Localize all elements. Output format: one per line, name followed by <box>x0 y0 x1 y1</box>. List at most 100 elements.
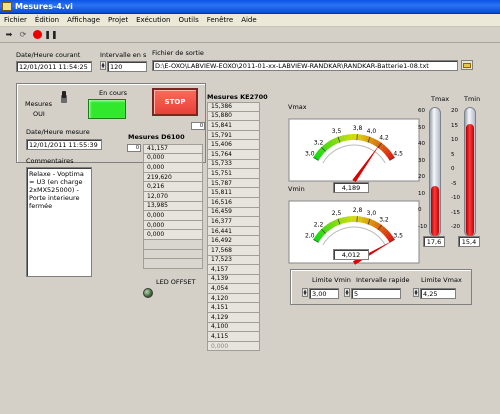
ke2700-array-cell: 15,791 <box>207 130 260 141</box>
vmax-tick-label: 3,0 <box>305 151 315 158</box>
d6100-index[interactable]: 0 <box>127 144 141 152</box>
tmax-label: Tmax <box>431 95 450 103</box>
current-date-field: 12/01/2011 11:54:25 <box>16 61 92 72</box>
ke2700-array-cell: 16,377 <box>207 217 260 227</box>
tmax-level-fill <box>431 186 439 236</box>
menu-projet[interactable]: Projet <box>104 16 132 24</box>
tmax-value-display: 17,6 <box>423 236 445 247</box>
vmin-gauge-band <box>315 233 323 239</box>
tmin-thermometer <box>464 107 476 237</box>
tmin-value-display: 15,4 <box>458 236 480 247</box>
vmin-value-display: 4,012 <box>333 249 369 260</box>
vmax-tick-label: 4,5 <box>393 151 403 158</box>
menu-fichier[interactable]: Fichier <box>0 16 31 24</box>
tmin-scale-tick: 5 <box>451 151 455 158</box>
d6100-array-cell: 0,000 <box>143 220 203 231</box>
vmax-tick-label: 4,0 <box>367 128 377 135</box>
d6100-array-cell <box>143 249 203 260</box>
tmin-label: Tmin <box>464 95 481 103</box>
limit-vmax-spinner[interactable]: ▲ ▼ <box>413 288 419 297</box>
vmax-tick-label: 4,2 <box>379 135 389 142</box>
ke2700-array-cell: 16,441 <box>207 226 260 237</box>
ke2700-array-cell: 16,516 <box>207 197 260 208</box>
d6100-array-cell: 12,070 <box>143 191 203 202</box>
ke2700-array-cell: 15,733 <box>207 159 260 170</box>
tmin-scale-tick: 15 <box>451 122 458 129</box>
labview-vi-icon <box>2 2 12 11</box>
mesures-toggle-switch[interactable] <box>59 91 69 103</box>
ke2700-array-cell: 4,151 <box>207 303 260 314</box>
ke2700-array-cell: 16,492 <box>207 236 260 246</box>
led-offset-indicator <box>143 288 153 298</box>
vmin-gauge-band <box>319 229 326 236</box>
menu-outils[interactable]: Outils <box>174 16 202 24</box>
limit-vmax-field[interactable]: 4,25 <box>420 288 456 299</box>
ke2700-array-cell: 4,129 <box>207 313 260 323</box>
fast-interval-label: Intervalle rapide <box>356 276 410 284</box>
limit-vmin-spinner[interactable]: ▲ ▼ <box>302 288 308 297</box>
menu-execution[interactable]: Exécution <box>132 16 174 24</box>
ke2700-array-cell: 4,139 <box>207 274 260 285</box>
abort-button[interactable] <box>31 29 43 40</box>
ke2700-array-cell: 4,157 <box>207 265 260 275</box>
vmin-gauge-band <box>362 217 367 224</box>
ke2700-array-cell: 16,459 <box>207 207 260 218</box>
menu-edition[interactable]: Édition <box>31 16 63 24</box>
vmin-gauge-band <box>374 222 380 229</box>
ke2700-array-cell: 15,386 <box>207 102 260 112</box>
ke2700-array-cell: 15,841 <box>207 121 260 131</box>
vmin-gauge-band <box>364 217 369 225</box>
menu-aide[interactable]: Aide <box>237 16 260 24</box>
vmin-tick-label: 2,0 <box>305 233 315 240</box>
vmax-gauge-band <box>381 146 388 153</box>
pause-icon[interactable]: ❚❚ <box>44 29 57 40</box>
en-cours-label: En cours <box>99 89 128 97</box>
ke2700-array-cell: 17,523 <box>207 255 260 266</box>
vmax-gauge-band <box>317 149 324 156</box>
vmin-gauge-band <box>314 235 321 241</box>
interval-field[interactable]: 120 <box>107 61 147 72</box>
d6100-array-cell: 41,157 <box>143 144 203 154</box>
current-date-label: Date/Heure courant <box>16 51 81 59</box>
ke2700-label: Mesures KE2700 <box>207 93 268 101</box>
fast-interval-spinner[interactable]: ▲ ▼ <box>344 288 350 297</box>
tmax-scale-tick: 40 <box>418 141 425 148</box>
d6100-array-cell: 0,216 <box>143 182 203 192</box>
ke2700-array-cell: 4,120 <box>207 293 260 304</box>
window-titlebar: Mesures-4.vi <box>0 0 500 14</box>
d6100-array-cell <box>143 239 203 250</box>
vmin-tick-label: 3,5 <box>393 233 403 240</box>
vmax-gauge-band <box>341 135 346 142</box>
vmax-gauge-band <box>314 153 321 159</box>
ke2700-array: 15,386 15,880 15,841 15,791 15,406 15,764 15,7… <box>207 102 260 352</box>
comments-label: Commentaires <box>26 157 74 165</box>
abort-icon <box>32 30 42 39</box>
vmin-gauge-band <box>341 217 346 224</box>
vmin-tick-label: 3,2 <box>379 217 389 224</box>
tmin-scale-tick: -15 <box>451 209 460 216</box>
stop-button[interactable]: STOP <box>152 88 198 116</box>
ke2700-index[interactable]: 0 <box>191 122 205 130</box>
interval-spinner[interactable]: ▲ ▼ <box>100 61 106 70</box>
vmin-gauge-band <box>370 220 376 227</box>
tmin-scale-tick: 20 <box>451 108 458 114</box>
fast-interval-field[interactable]: 5 <box>351 288 401 299</box>
run-arrow-icon[interactable]: ➡ <box>3 29 15 40</box>
vmax-value-display: 4,189 <box>333 182 369 193</box>
comments-textarea[interactable]: Relaxe - Voptima = U3 (en charge 2xMX525… <box>26 167 92 277</box>
limit-vmax-label: Limite Vmax <box>421 276 462 284</box>
limit-vmin-field[interactable]: 3,00 <box>309 288 339 299</box>
continuous-run-icon[interactable]: ⟳ <box>17 29 29 40</box>
vmin-gauge-band <box>382 229 389 236</box>
tmax-scale-tick: 30 <box>418 157 425 164</box>
browse-button[interactable] <box>461 60 473 70</box>
vmin-gauge-band <box>328 222 334 229</box>
menu-fenetre[interactable]: Fenêtre <box>203 16 237 24</box>
output-file-path-field[interactable]: D:\E-OXO\LABVIEW-EOXO\2011-01-xx-LABVIEW… <box>152 60 458 71</box>
vmin-gauge-band <box>381 228 388 235</box>
ke2700-array-cell: 4,115 <box>207 332 260 342</box>
menu-affichage[interactable]: Affichage <box>63 16 104 24</box>
d6100-array-cell: 0,000 <box>143 230 203 240</box>
measure-date-label: Date/Heure mesure <box>26 128 90 136</box>
vmax-gauge-band <box>368 137 374 144</box>
